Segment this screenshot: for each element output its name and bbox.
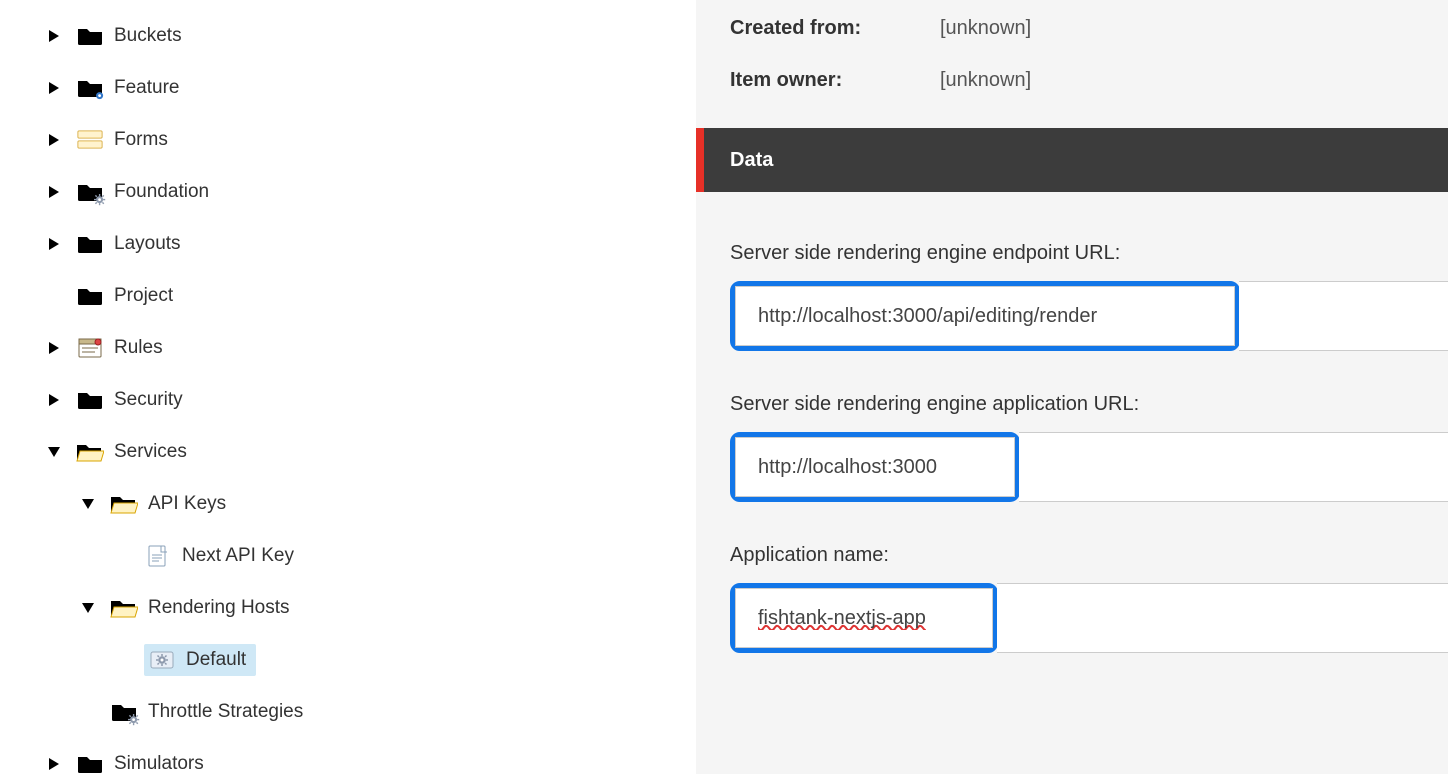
tree-item-label: Rules bbox=[114, 337, 163, 359]
tree-item-label: Simulators bbox=[114, 753, 204, 774]
expand-toggle[interactable] bbox=[32, 82, 76, 94]
rules-icon bbox=[76, 336, 104, 360]
input-continuation bbox=[997, 583, 1448, 653]
tree-item-label: Buckets bbox=[114, 25, 182, 47]
expand-toggle[interactable] bbox=[32, 758, 76, 770]
folder-stack-icon bbox=[76, 284, 104, 308]
tree-item-layouts[interactable]: Layouts bbox=[0, 218, 696, 270]
tree-item-services[interactable]: Services bbox=[0, 426, 696, 478]
tree-item-label: Services bbox=[114, 441, 187, 463]
folder-icon bbox=[76, 232, 104, 256]
folder-icon bbox=[76, 24, 104, 48]
folder-open-icon bbox=[110, 492, 138, 516]
expand-toggle[interactable] bbox=[32, 238, 76, 250]
tree-item-label: Project bbox=[114, 285, 173, 307]
folder-icon bbox=[76, 752, 104, 774]
tree-item-label: Next API Key bbox=[182, 545, 294, 567]
folder-gear-icon bbox=[76, 76, 104, 100]
highlight-box bbox=[730, 432, 1020, 502]
tree-item-label: Security bbox=[114, 389, 183, 411]
collapse-toggle[interactable] bbox=[66, 499, 110, 509]
expand-toggle[interactable] bbox=[32, 134, 76, 146]
settings-item-icon bbox=[148, 648, 176, 672]
tree-item-default[interactable]: Default bbox=[0, 634, 696, 686]
collapse-toggle[interactable] bbox=[32, 447, 76, 457]
folder-open-icon bbox=[110, 596, 138, 620]
tree-item-label: API Keys bbox=[148, 493, 226, 515]
item-owner-label: Item owner: bbox=[730, 69, 940, 92]
collapse-toggle[interactable] bbox=[66, 603, 110, 613]
field-application-name: Application name: bbox=[730, 544, 1448, 653]
field-label: Server side rendering engine application… bbox=[730, 393, 1448, 416]
tree-item-simulators[interactable]: Simulators bbox=[0, 738, 696, 774]
expand-toggle[interactable] bbox=[32, 186, 76, 198]
tree-item-rules[interactable]: Rules bbox=[0, 322, 696, 374]
created-from-value: [unknown] bbox=[940, 17, 1031, 40]
input-continuation bbox=[1019, 432, 1448, 502]
quick-info: Created from: [unknown] Item owner: [unk… bbox=[696, 0, 1448, 128]
tree-item-label: Foundation bbox=[114, 181, 209, 203]
tree-item-next-api-key[interactable]: Next API Key bbox=[0, 530, 696, 582]
folder-gear-icon bbox=[110, 700, 138, 724]
highlight-box bbox=[730, 281, 1240, 351]
tree-item-api-keys[interactable]: API Keys bbox=[0, 478, 696, 530]
item-owner-value: [unknown] bbox=[940, 69, 1031, 92]
tree-item-security[interactable]: Security bbox=[0, 374, 696, 426]
tree-item-buckets[interactable]: Buckets bbox=[0, 10, 696, 62]
tree-item-project[interactable]: Project bbox=[0, 270, 696, 322]
tree-item-label: Rendering Hosts bbox=[148, 597, 290, 619]
tree-item-throttle-strategies[interactable]: Throttle Strategies bbox=[0, 686, 696, 738]
tree-item-foundation[interactable]: Foundation bbox=[0, 166, 696, 218]
input-continuation bbox=[1239, 281, 1448, 351]
field-label: Application name: bbox=[730, 544, 1448, 567]
tree-item-label: Feature bbox=[114, 77, 179, 99]
forms-icon bbox=[76, 128, 104, 152]
section-header-data[interactable]: Data bbox=[696, 128, 1448, 192]
application-name-input[interactable] bbox=[735, 588, 993, 648]
tree-item-label: Default bbox=[186, 649, 246, 671]
expand-toggle[interactable] bbox=[32, 30, 76, 42]
tree-item-rendering-hosts[interactable]: Rendering Hosts bbox=[0, 582, 696, 634]
content-tree: Buckets Feature Forms Foundation bbox=[0, 0, 696, 774]
field-endpoint-url: Server side rendering engine endpoint UR… bbox=[730, 242, 1448, 351]
document-icon bbox=[144, 544, 172, 568]
tree-item-feature[interactable]: Feature bbox=[0, 62, 696, 114]
tree-item-forms[interactable]: Forms bbox=[0, 114, 696, 166]
tree-item-label: Throttle Strategies bbox=[148, 701, 303, 723]
expand-toggle[interactable] bbox=[32, 394, 76, 406]
application-url-input[interactable] bbox=[735, 437, 1015, 497]
endpoint-url-input[interactable] bbox=[735, 286, 1235, 346]
folder-icon bbox=[76, 388, 104, 412]
field-label: Server side rendering engine endpoint UR… bbox=[730, 242, 1448, 265]
field-application-url: Server side rendering engine application… bbox=[730, 393, 1448, 502]
section-header-label: Data bbox=[730, 149, 773, 172]
editor-pane: Created from: [unknown] Item owner: [unk… bbox=[696, 0, 1448, 774]
expand-toggle[interactable] bbox=[32, 342, 76, 354]
folder-open-icon bbox=[76, 440, 104, 464]
tree-item-label: Layouts bbox=[114, 233, 181, 255]
folder-gear-icon bbox=[76, 180, 104, 204]
tree-item-label: Forms bbox=[114, 129, 168, 151]
highlight-box bbox=[730, 583, 998, 653]
created-from-label: Created from: bbox=[730, 17, 940, 40]
